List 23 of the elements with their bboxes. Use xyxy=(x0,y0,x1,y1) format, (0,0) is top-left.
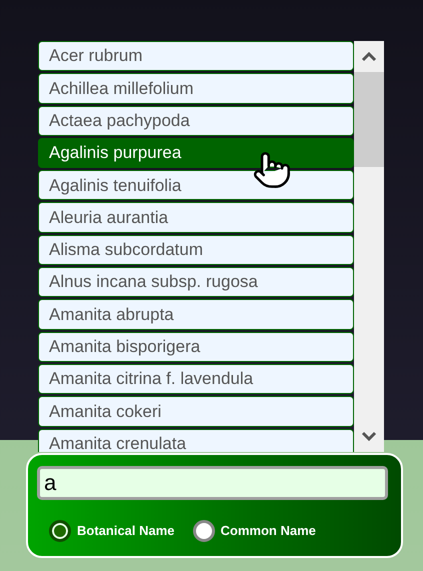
radio-button[interactable] xyxy=(49,520,71,542)
radio-label: Common Name xyxy=(220,522,316,540)
list-item[interactable]: Amanita cokeri xyxy=(38,396,354,427)
list-item[interactable]: Achillea millefolium xyxy=(38,73,354,104)
list-item[interactable]: Alnus incana subsp. rugosa xyxy=(38,267,354,298)
list-item[interactable]: Amanita bisporigera xyxy=(38,332,354,362)
radio-button[interactable] xyxy=(192,520,215,542)
scroll-up-icon[interactable] xyxy=(361,52,377,62)
scrollbar[interactable] xyxy=(354,41,384,452)
list-item[interactable]: Acer rubrum xyxy=(38,41,354,72)
hand-cursor-icon xyxy=(252,150,292,190)
list-item[interactable]: Agalinis purpurea xyxy=(38,138,354,168)
list-item[interactable]: Amanita crenulata xyxy=(38,428,354,452)
list-item[interactable]: Aleuria aurantia xyxy=(38,202,354,233)
scroll-down-icon[interactable] xyxy=(361,431,377,441)
list-item[interactable]: Agalinis tenuifolia xyxy=(38,170,354,200)
radio-label: Botanical Name xyxy=(77,522,175,540)
list-item[interactable]: Actaea pachypoda xyxy=(38,106,354,136)
search-field[interactable]: a xyxy=(37,466,388,500)
list-item[interactable]: Alisma subcordatum xyxy=(38,234,354,266)
list-item[interactable]: Amanita abrupta xyxy=(38,299,354,330)
list-item[interactable]: Amanita citrina f. lavendula xyxy=(38,364,354,394)
scroll-thumb[interactable] xyxy=(354,72,384,167)
